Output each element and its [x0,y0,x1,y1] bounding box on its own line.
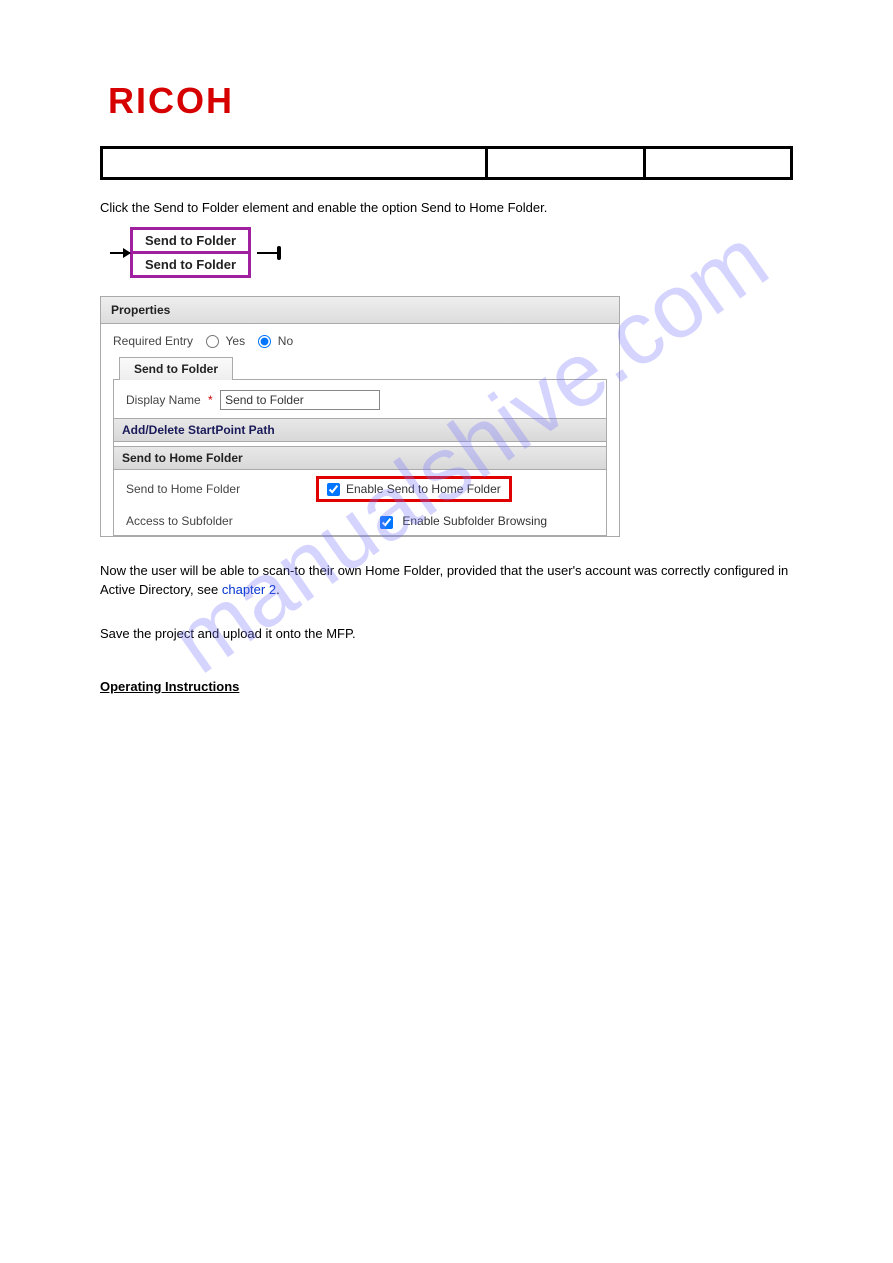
info-cell-1 [103,149,488,177]
enable-send-home-highlight: Enable Send to Home Folder [316,476,512,502]
access-subfolder-label: Access to Subfolder [126,514,316,528]
enable-subfolder-checkbox[interactable] [380,516,393,529]
display-name-label: Display Name [126,393,201,407]
required-entry-field: Required Entry Yes No [113,334,607,348]
flow-widget: Send to Folder Send to Folder [110,227,833,278]
required-entry-yes-radio[interactable] [206,335,219,348]
properties-panel: Properties Required Entry Yes No Send to… [100,296,620,537]
section-startpoint-path[interactable]: Add/Delete StartPoint Path [114,418,606,442]
section-send-home-folder[interactable]: Send to Home Folder [114,446,606,470]
intro-text: Click the Send to Folder element and ena… [100,200,793,215]
body-paragraph-2: Save the project and upload it onto the … [100,624,793,644]
enable-send-home-text: Enable Send to Home Folder [346,482,501,496]
required-entry-no-radio[interactable] [258,335,271,348]
required-asterisk-icon: * [208,393,213,407]
send-to-folder-element[interactable]: Send to Folder Send to Folder [130,227,251,278]
enable-send-home-checkbox[interactable] [327,483,340,496]
body1-text: Now the user will be able to scan-to the… [100,563,788,598]
required-entry-label: Required Entry [113,334,193,348]
tab-body: Display Name * Add/Delete StartPoint Pat… [113,379,607,535]
flow-end-icon [257,252,279,254]
tab-send-to-folder[interactable]: Send to Folder [119,357,233,380]
widget-row-sub: Send to Folder [133,254,248,275]
display-name-input[interactable] [220,390,380,410]
body-paragraph-1: Now the user will be able to scan-to the… [100,561,793,600]
enable-subfolder-text: Enable Subfolder Browsing [402,514,547,528]
properties-header: Properties [101,297,619,324]
row-send-to-home-folder: Send to Home Folder Enable Send to Home … [126,470,594,508]
required-entry-yes-label: Yes [226,334,246,348]
chapter-2-link[interactable]: chapter 2 [222,582,276,597]
body1-tail: . [276,582,280,597]
info-cell-2 [488,149,646,177]
required-entry-no-label: No [278,334,293,348]
info-cell-3 [646,149,790,177]
arrow-right-icon [110,252,130,254]
operating-instructions-heading: Operating Instructions [100,679,793,694]
widget-row-title: Send to Folder [133,230,248,254]
info-bar [100,146,793,180]
row-access-subfolder: Access to Subfolder Enable Subfolder Bro… [126,508,594,534]
brand-logo: RICOH [108,80,833,122]
send-to-home-folder-label: Send to Home Folder [126,482,316,496]
